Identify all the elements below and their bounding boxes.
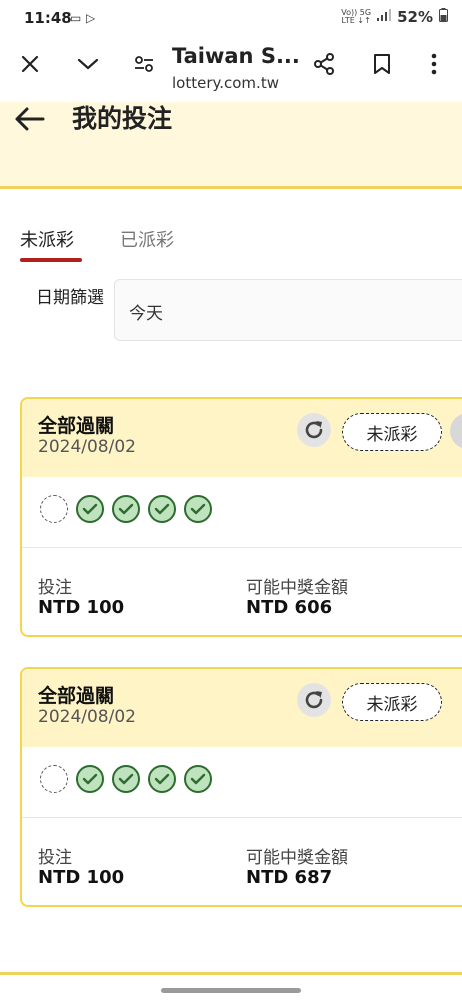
status-time: 11:48: [24, 9, 72, 27]
check-circle-icon: [112, 765, 140, 793]
bet-card[interactable]: 全部過關 2024/08/02 未派彩 投注 NTD 100 可能中獎金額 NT…: [20, 667, 462, 907]
stake-label: 投注: [38, 848, 72, 868]
check-circle-icon: [184, 765, 212, 793]
check-circle-icon: [148, 765, 176, 793]
pending-leg-icon: [40, 495, 68, 523]
check-circle-icon: [184, 495, 212, 523]
status-bar: 11:48 ▭ ▷ Vo)) 5G LTE ↓↑ 52%: [0, 0, 462, 34]
status-badge: 未派彩: [342, 413, 442, 451]
check-circle-icon: [148, 495, 176, 523]
status-badge: 未派彩: [342, 683, 442, 721]
check-circle-icon: [76, 765, 104, 793]
battery-icon: [439, 8, 448, 26]
share-icon[interactable]: [308, 48, 340, 80]
more-vert-icon[interactable]: [418, 48, 450, 80]
next-card-edge: [0, 972, 462, 975]
refresh-icon[interactable]: [297, 683, 331, 717]
site-url[interactable]: lottery.com.tw: [172, 74, 279, 92]
site-settings-icon[interactable]: [128, 48, 160, 80]
bet-legs: [40, 495, 212, 523]
bet-type: 全部過關: [38, 685, 115, 707]
signal-icon: [377, 9, 392, 25]
potential-payout-amount: NTD 606: [246, 597, 333, 618]
check-circle-icon: [112, 495, 140, 523]
back-arrow-icon[interactable]: [12, 102, 46, 144]
bet-legs: [40, 765, 212, 793]
network-type: Vo)) 5G LTE ↓↑: [341, 8, 372, 25]
pending-leg-icon: [40, 765, 68, 793]
bet-card[interactable]: 全部過關 2024/08/02 未派彩 投注 NTD 100 可能中獎金額 NT…: [20, 397, 462, 637]
chevron-down-icon[interactable]: [72, 48, 104, 80]
play-notification-icon: ▷: [86, 11, 96, 25]
site-title: Taiwan S...: [172, 44, 300, 68]
stake-amount: NTD 100: [38, 867, 125, 888]
active-tab-indicator: [20, 258, 82, 262]
potential-payout-label: 可能中獎金額: [246, 848, 348, 868]
card-divider: [22, 547, 462, 548]
battery-percent: 52%: [397, 8, 433, 26]
card-divider: [22, 817, 462, 818]
bet-date: 2024/08/02: [38, 707, 136, 727]
date-filter-label: 日期篩選: [36, 288, 104, 308]
potential-payout-amount: NTD 687: [246, 867, 333, 888]
potential-payout-label: 可能中獎金額: [246, 578, 348, 598]
page-header: 我的投注: [0, 102, 462, 189]
gesture-home-bar[interactable]: [161, 988, 301, 993]
tab-settled[interactable]: 已派彩: [120, 226, 174, 252]
refresh-icon[interactable]: [297, 413, 331, 447]
page-title: 我的投注: [72, 104, 173, 133]
date-filter-value: 今天: [129, 304, 163, 324]
bookmark-icon[interactable]: [366, 48, 398, 80]
bet-type: 全部過關: [38, 415, 115, 437]
close-icon[interactable]: [14, 48, 46, 80]
date-filter-select[interactable]: 今天: [114, 279, 462, 341]
status-indicators: Vo)) 5G LTE ↓↑ 52%: [341, 8, 448, 26]
browser-toolbar: Taiwan S... lottery.com.tw: [0, 34, 462, 102]
stake-amount: NTD 100: [38, 597, 125, 618]
bet-date: 2024/08/02: [38, 437, 136, 457]
stake-label: 投注: [38, 578, 72, 598]
tab-unsettled[interactable]: 未派彩: [20, 226, 74, 252]
gallery-notification-icon: ▭: [70, 11, 82, 25]
check-circle-icon: [76, 495, 104, 523]
